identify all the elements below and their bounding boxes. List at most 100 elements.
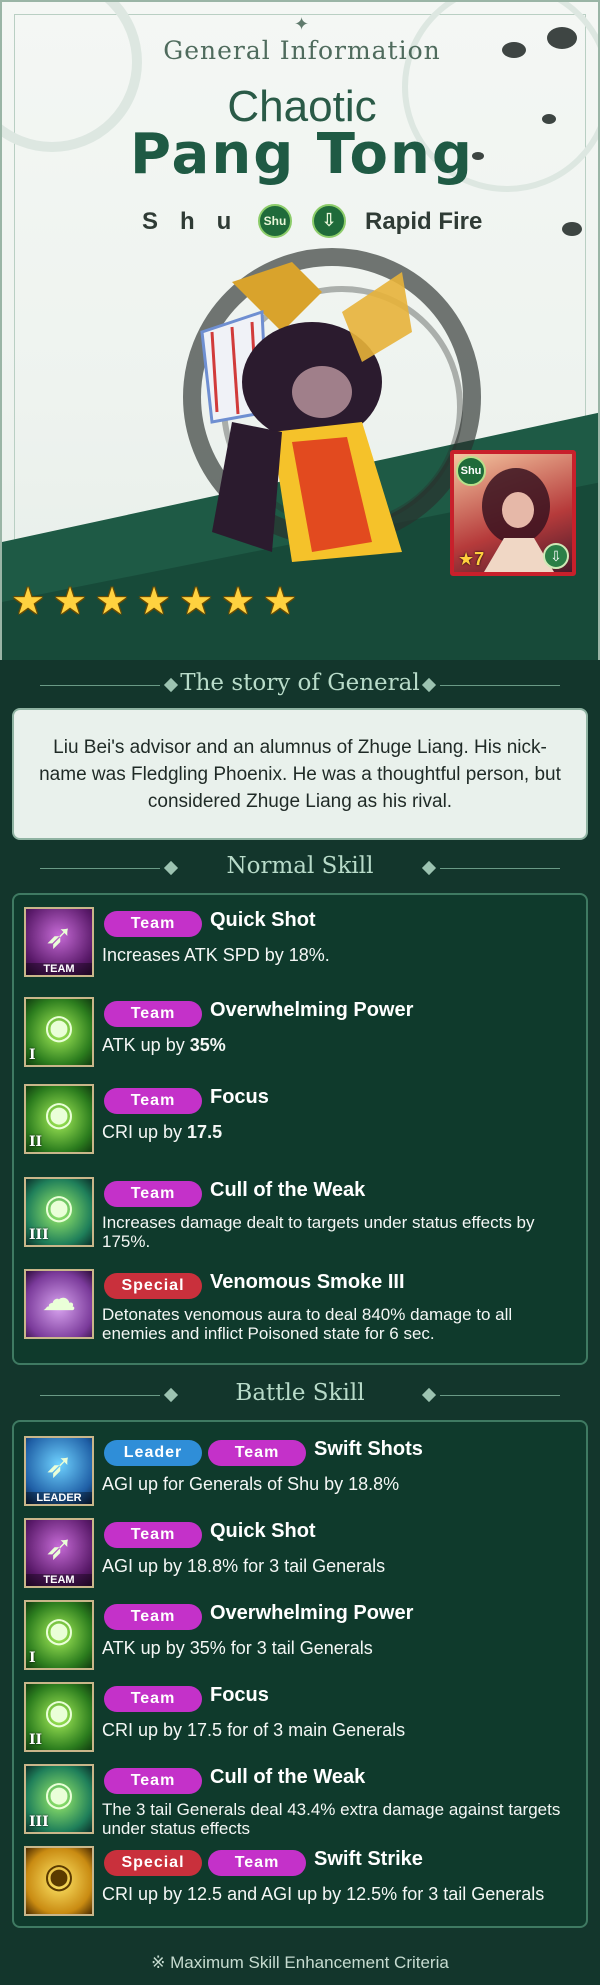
story-panel: Liu Bei's advisor and an alumnus of Zhug… xyxy=(12,708,588,840)
team-badge: Team xyxy=(104,1522,202,1548)
normal-skill-panel: ➶ TEAM Team Quick Shot Increases ATK SPD… xyxy=(12,893,588,1365)
special-badge: Special xyxy=(104,1850,202,1876)
cull-of-the-weak-skill-icon: ◉ III xyxy=(24,1764,94,1834)
skill-row[interactable]: ◉ I Team Overwhelming Power ATK up by 35… xyxy=(24,1596,580,1678)
battle-skill-panel: ➶ LEADER Leader Team Swift Shots AGI up … xyxy=(12,1420,588,1928)
eye-icon: ◉ xyxy=(44,1611,74,1649)
star-icon: ★ xyxy=(52,581,88,623)
story-text: Liu Bei's advisor and an alumnus of Zhug… xyxy=(39,737,561,812)
arrow-icon: ➶ xyxy=(44,918,74,956)
skill-name: Venomous Smoke III xyxy=(210,1271,405,1293)
team-badge: Team xyxy=(104,1768,202,1794)
skill-icon-level: II xyxy=(29,1732,43,1748)
skill-description: CRI up by 12.5 and AGI up by 12.5% for 3… xyxy=(102,1884,545,1904)
skill-description: Increases damage dealt to targets under … xyxy=(102,1213,535,1251)
arrow-icon: ➶ xyxy=(44,1529,74,1567)
normal-skill-section-header: Normal Skill xyxy=(0,851,600,887)
focus-skill-icon: ◉ II xyxy=(24,1682,94,1752)
skill-description: CRI up by 17.5 xyxy=(102,1122,223,1142)
skill-icon-tag: LEADER xyxy=(26,1492,92,1504)
swift-shots-skill-icon: ➶ LEADER xyxy=(24,1436,94,1506)
skill-name: Focus xyxy=(210,1086,269,1108)
team-badge: Team xyxy=(104,1686,202,1712)
footer-note: ※ Maximum Skill Enhancement Criteria xyxy=(151,1953,449,1972)
arrow-icon: ➶ xyxy=(44,1447,74,1485)
story-title: The story of General xyxy=(180,670,420,696)
eye-icon: ◉ xyxy=(44,1095,74,1133)
quick-shot-skill-icon: ➶ TEAM xyxy=(24,907,94,977)
skill-row[interactable]: ◉ Special Team Swift Strike CRI up by 12… xyxy=(24,1842,580,1924)
skill-row[interactable]: ➶ TEAM Team Quick Shot Increases ATK SPD… xyxy=(24,903,580,985)
skill-row[interactable]: ➶ LEADER Leader Team Swift Shots AGI up … xyxy=(24,1432,580,1514)
skill-description: AGI up by 18.8% for 3 tail Generals xyxy=(102,1556,386,1576)
team-badge: Team xyxy=(104,1181,202,1207)
star-icon: ★ xyxy=(10,581,46,623)
star-icon: ★ xyxy=(136,581,172,623)
eye-icon: ◉ xyxy=(44,1008,74,1046)
star-icon: ★ xyxy=(220,581,256,623)
star-icon: ★ xyxy=(262,581,298,623)
star-icon: ★ xyxy=(94,581,130,623)
skill-icon-tag: TEAM xyxy=(26,963,92,975)
skill-icon-tag: TEAM xyxy=(26,1574,92,1586)
cloud-icon: ☁ xyxy=(42,1280,76,1318)
team-badge: Team xyxy=(104,911,202,937)
team-badge: Team xyxy=(104,1604,202,1630)
skill-icon-level: III xyxy=(29,1814,49,1830)
eye-icon: ◉ xyxy=(44,1693,74,1731)
skill-icon-level: II xyxy=(29,1134,43,1150)
type-label: Rapid Fire xyxy=(365,208,483,235)
overwhelming-power-skill-icon: ◉ I xyxy=(24,997,94,1067)
skill-name: Quick Shot xyxy=(210,1520,316,1542)
skill-name: Swift Strike xyxy=(314,1848,423,1870)
leader-badge: Leader xyxy=(104,1440,202,1466)
general-portrait xyxy=(200,262,412,562)
team-badge: Team xyxy=(208,1440,306,1466)
skill-description: The 3 tail Generals deal 43.4% extra dam… xyxy=(102,1800,561,1838)
skill-description: AGI up for Generals of Shu by 18.8% xyxy=(102,1474,400,1494)
overwhelming-power-skill-icon: ◉ I xyxy=(24,1600,94,1670)
skill-row[interactable]: ◉ II Team Focus CRI up by 17.5 for of 3 … xyxy=(24,1678,580,1760)
skill-row[interactable]: ◉ II Team Focus CRI up by 17.5 xyxy=(24,1080,580,1162)
skill-row[interactable]: ◉ I Team Overwhelming Power ATK up by 35… xyxy=(24,993,580,1075)
team-badge: Team xyxy=(208,1850,306,1876)
special-badge: Special xyxy=(104,1273,202,1299)
normal-skill-title: Normal Skill xyxy=(226,853,374,879)
team-badge: Team xyxy=(104,1088,202,1114)
quick-shot-skill-icon: ➶ TEAM xyxy=(24,1518,94,1588)
general-header: ✦ General Information Chaotic Pang Tong … xyxy=(0,0,600,660)
story-section-header: The story of General xyxy=(0,668,600,704)
skill-name: Quick Shot xyxy=(210,909,316,931)
skill-name: Cull of the Weak xyxy=(210,1179,366,1201)
skill-description: Detonates venomous aura to deal 840% dam… xyxy=(102,1305,513,1343)
faction-label: Shu xyxy=(142,208,254,235)
arrow-down-icon: ⇩ xyxy=(312,204,346,238)
eye-icon: ◉ xyxy=(44,1857,74,1895)
battle-skill-title: Battle Skill xyxy=(235,1380,365,1406)
general-name: Pang Tong xyxy=(130,122,474,187)
skill-row[interactable]: ➶ TEAM Team Quick Shot AGI up by 18.8% f… xyxy=(24,1514,580,1596)
skill-name: Cull of the Weak xyxy=(210,1766,366,1788)
star-icon: ★ xyxy=(178,581,214,623)
skill-row[interactable]: ◉ III Team Cull of the Weak The 3 tail G… xyxy=(24,1760,580,1842)
card-star-level: ★7 xyxy=(458,549,485,569)
skill-row[interactable]: ☁ Special Venomous Smoke III Detonates v… xyxy=(24,1265,580,1347)
skill-description: CRI up by 17.5 for of 3 main Generals xyxy=(102,1720,406,1740)
skill-description: ATK up by 35% for 3 tail Generals xyxy=(102,1638,373,1658)
skill-description: ATK up by 35% xyxy=(102,1035,226,1055)
focus-skill-icon: ◉ II xyxy=(24,1084,94,1154)
cull-of-the-weak-skill-icon: ◉ III xyxy=(24,1177,94,1247)
skill-name: Overwhelming Power xyxy=(210,1602,414,1624)
eye-icon: ◉ xyxy=(44,1775,74,1813)
faction-type-row: Shu Shu ⇩ Rapid Fire xyxy=(2,202,598,244)
skill-icon-level: I xyxy=(29,1047,36,1063)
swift-strike-skill-icon: ◉ xyxy=(24,1846,94,1916)
skill-icon-level: I xyxy=(29,1650,36,1666)
eye-icon: ◉ xyxy=(44,1188,74,1226)
star-rating: ★ ★ ★ ★ ★ ★ ★ xyxy=(8,582,300,622)
skill-icon-level: III xyxy=(29,1227,49,1243)
skill-name: Swift Shots xyxy=(314,1438,423,1460)
general-card[interactable]: Shu ★7 ⇩ xyxy=(450,450,576,576)
battle-skill-section-header: Battle Skill xyxy=(0,1378,600,1414)
skill-row[interactable]: ◉ III Team Cull of the Weak Increases da… xyxy=(24,1173,580,1255)
